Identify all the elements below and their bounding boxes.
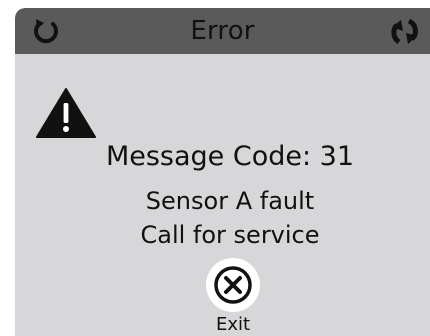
dialog-title: Error — [190, 16, 255, 46]
dialog-body: Message Code: 31 Sensor A fault Call for… — [15, 54, 430, 336]
message-code: Message Code: 31 — [105, 141, 355, 172]
message-line-1: Sensor A fault — [145, 187, 315, 215]
title-bar: Error — [15, 8, 430, 54]
message-line-2: Call for service — [140, 221, 320, 249]
sync-icon[interactable] — [389, 16, 430, 48]
warning-icon — [36, 88, 96, 138]
error-dialog: Error Message Code: 31 Sensor A fault Ca… — [15, 8, 430, 336]
close-circle-icon — [214, 266, 252, 304]
exit-button[interactable] — [206, 258, 260, 312]
exit-label[interactable]: Exit — [196, 314, 270, 335]
screen: Error Message Code: 31 Sensor A fault Ca… — [0, 0, 430, 336]
